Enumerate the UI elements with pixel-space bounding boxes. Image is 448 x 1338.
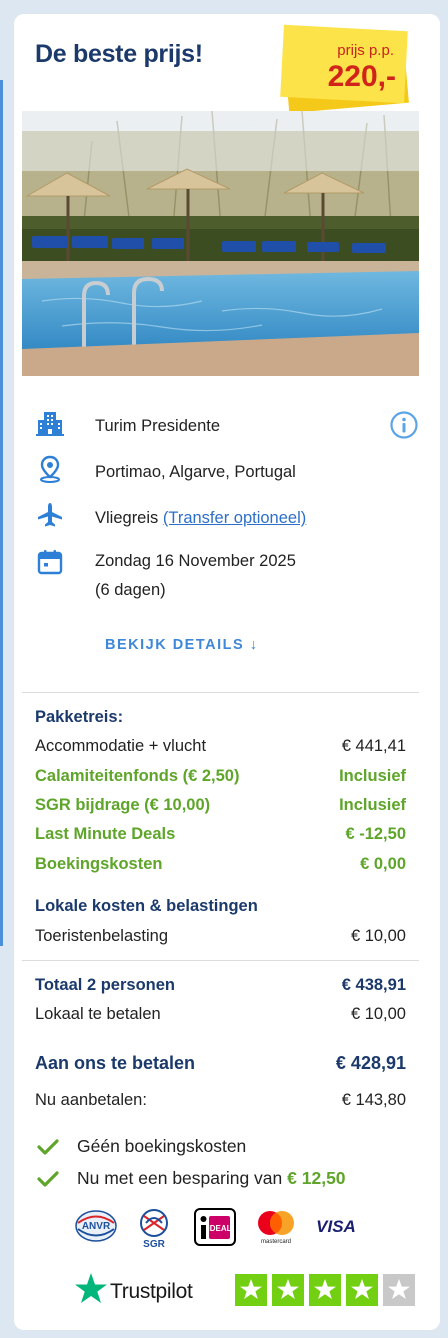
trustpilot-star-box: [309, 1274, 341, 1306]
building-icon: [36, 412, 64, 436]
price-value: 220,-: [327, 60, 396, 93]
trustpilot-star-box: [235, 1274, 267, 1306]
local-pay-row: Lokaal te betalen € 10,00: [35, 1005, 406, 1023]
benefit-savings: Nu met een besparing van € 12,50: [37, 1168, 346, 1189]
mastercard-logo: mastercard: [254, 1208, 298, 1251]
total-row: Totaal 2 personen € 438,91: [35, 976, 406, 994]
ideal-logo: iDEAL: [194, 1208, 236, 1251]
offer-card: De beste prijs! prijs p.p. 220,- Turim P…: [14, 14, 440, 1330]
hotel-photo[interactable]: [22, 111, 419, 376]
airplane-icon: [38, 503, 62, 527]
trustpilot-star-box: [272, 1274, 304, 1306]
svg-text:iDEAL: iDEAL: [208, 1224, 232, 1233]
travel-type: Vliegreis: [95, 509, 159, 527]
trustpilot-star-icon: [75, 1273, 107, 1303]
card-title: De beste prijs!: [35, 40, 203, 68]
divider: [22, 692, 419, 693]
checkmark-icon: [37, 1170, 59, 1187]
deposit-row: Nu aanbetalen: € 143,80: [35, 1091, 406, 1109]
sgr-logo: SGR: [132, 1208, 176, 1255]
svg-text:mastercard: mastercard: [261, 1239, 291, 1245]
visa-logo: VISA: [314, 1214, 358, 1243]
trustpilot-star-box: [346, 1274, 378, 1306]
anvr-logo: ANVR: [74, 1208, 118, 1253]
price-sticker: prijs p.p. 220,-: [280, 22, 410, 118]
page-left-accent-bar: [0, 80, 3, 946]
info-icon[interactable]: [389, 410, 419, 440]
travel-duration: (6 dagen): [95, 581, 166, 599]
price-line-accommodation: Accommodatie + vlucht € 441,41: [35, 737, 406, 755]
svg-text:VISA: VISA: [316, 1217, 356, 1236]
svg-text:SGR: SGR: [143, 1239, 165, 1250]
price-line-tourist-tax: Toeristenbelasting € 10,00: [35, 927, 406, 945]
local-costs-heading: Lokale kosten & belastingen: [35, 897, 258, 915]
transfer-optional-link[interactable]: (Transfer optioneel): [163, 509, 306, 527]
price-label: prijs p.p.: [337, 42, 394, 59]
price-line-last-minute: Last Minute Deals € -12,50: [35, 825, 406, 843]
calendar-icon: [37, 550, 63, 575]
benefit-no-fees: Géén boekingskosten: [37, 1136, 246, 1157]
svg-text:ANVR: ANVR: [82, 1221, 111, 1232]
checkmark-icon: [37, 1138, 59, 1155]
package-heading: Pakketreis:: [35, 708, 124, 726]
trustpilot-label: Trustpilot: [110, 1280, 193, 1303]
pay-us-row: Aan ons te betalen € 428,91: [35, 1053, 406, 1073]
price-line-booking-costs: Boekingskosten € 0,00: [35, 855, 406, 873]
divider: [22, 960, 419, 961]
hotel-name: Turim Presidente: [95, 417, 221, 435]
hotel-location: Portimao, Algarve, Portugal: [95, 463, 296, 481]
view-details-link[interactable]: BEKIJK DETAILS ↓: [105, 637, 258, 653]
price-line-calamity-fund: Calamiteitenfonds (€ 2,50) Inclusief: [35, 767, 406, 785]
trustpilot-star-box: [383, 1274, 415, 1306]
travel-date: Zondag 16 November 2025: [95, 552, 296, 570]
price-line-sgr: SGR bijdrage (€ 10,00) Inclusief: [35, 796, 406, 814]
location-pin-icon: [40, 455, 60, 483]
